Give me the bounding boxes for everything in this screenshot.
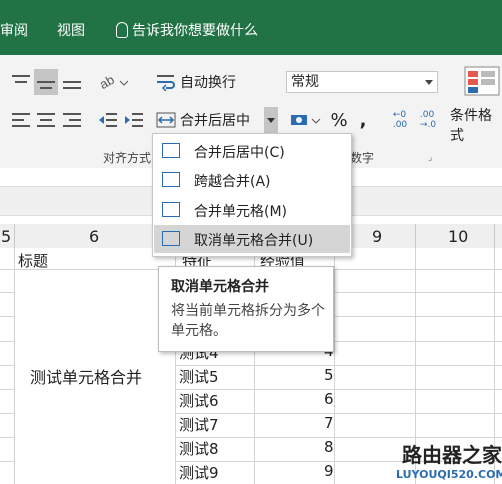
align-center-icon: [37, 113, 55, 127]
row-name-cell[interactable]: 测试6: [179, 390, 219, 411]
menu-item-merge-across[interactable]: 跨越合并(A): [154, 166, 350, 194]
column-header[interactable]: 6: [89, 227, 99, 246]
align-center-button[interactable]: [34, 107, 58, 133]
top-align-button[interactable]: [10, 69, 32, 95]
conditional-format-icon: [464, 66, 500, 96]
column-header[interactable]: 10: [448, 227, 468, 246]
menu-item-merge-center[interactable]: 合并后居中(C): [154, 137, 350, 165]
watermark-url: LUYOUQI520.COM: [396, 468, 502, 481]
conditional-format-label: 条件格式: [450, 108, 492, 144]
tooltip-body: 将当前单元格拆分为多个单元格。: [171, 303, 325, 339]
row-name-cell[interactable]: 测试7: [179, 414, 219, 435]
increase-indent-icon: [125, 113, 143, 127]
align-left-icon: [12, 113, 30, 127]
column-header[interactable]: 9: [372, 227, 382, 246]
orientation-button[interactable]: ab: [96, 69, 130, 95]
wrap-text-button[interactable]: 自动换行: [156, 69, 248, 95]
merge-across-icon: [162, 172, 180, 187]
menu-item-label: 跨越合并(A): [194, 174, 271, 190]
percent-button[interactable]: %: [328, 107, 350, 133]
comma-button[interactable]: ,: [354, 107, 372, 133]
merge-center-icon: [156, 112, 176, 128]
align-right-icon: [63, 113, 81, 127]
align-right-button[interactable]: [60, 107, 84, 133]
svg-text:ab: ab: [98, 73, 117, 91]
merge-center-label: 合并后居中: [180, 113, 250, 129]
top-align-icon: [12, 75, 30, 89]
menu-item-label: 合并单元格(M): [194, 204, 288, 220]
currency-icon: [291, 115, 321, 125]
number-group-label: 数字: [350, 151, 375, 165]
dialog-launcher-icon[interactable]: ⌟: [428, 153, 432, 163]
conditional-format-button[interactable]: [462, 65, 502, 97]
tell-me-box[interactable]: 告诉我你想要做什么: [116, 20, 258, 40]
merge-cells-icon: [162, 202, 180, 217]
row-value-cell[interactable]: 6: [324, 390, 334, 408]
increase-decimal-button[interactable]: ←0 .00: [388, 105, 412, 135]
increase-indent-button[interactable]: [122, 107, 146, 133]
wrap-text-icon: [157, 75, 175, 91]
bottom-align-button[interactable]: [60, 69, 84, 95]
middle-align-icon: [37, 75, 55, 89]
tab-view[interactable]: 视图: [57, 20, 85, 40]
menu-item-label: 取消单元格合并(U): [194, 233, 314, 249]
bottom-align-icon: [63, 75, 81, 89]
align-left-button[interactable]: [10, 107, 32, 133]
merge-center-button[interactable]: 合并后居中: [156, 107, 266, 133]
decrease-indent-button[interactable]: [96, 107, 120, 133]
menu-item-label: 合并后居中(C): [194, 145, 285, 161]
watermark-title: 路由器之家: [402, 443, 502, 467]
row-name-cell[interactable]: 测试9: [179, 462, 219, 483]
wrap-text-label: 自动换行: [180, 75, 236, 91]
number-format-value: 常规: [291, 74, 319, 90]
row-name-cell[interactable]: 测试8: [179, 438, 219, 459]
chevron-down-icon: [267, 117, 275, 123]
row-value-cell[interactable]: 5: [324, 366, 334, 384]
number-format-select[interactable]: 常规: [286, 71, 438, 93]
ribbon-tab-bar: 审阅 视图 告诉我你想要做什么: [0, 0, 502, 55]
tooltip-title: 取消单元格合并: [171, 279, 269, 295]
merge-dropdown-button[interactable]: [264, 107, 278, 133]
merge-dropdown-menu: 合并后居中(C) 跨越合并(A) 合并单元格(M) 取消单元格合并(U): [152, 133, 352, 257]
row-value-cell[interactable]: 8: [324, 438, 334, 456]
column-header[interactable]: 5: [1, 227, 11, 246]
menu-item-merge-cells[interactable]: 合并单元格(M): [154, 196, 350, 224]
middle-align-button[interactable]: [34, 69, 58, 95]
unmerge-cells-icon: [162, 231, 180, 246]
watermark: 路由器之家 LUYOUQI520.COM: [396, 439, 502, 484]
header-title-cell[interactable]: 标题: [18, 250, 48, 271]
orientation-icon: ab: [98, 73, 128, 91]
merge-center-icon: [162, 143, 180, 158]
row-value-cell[interactable]: 7: [324, 414, 334, 432]
tab-review[interactable]: 审阅: [0, 20, 28, 40]
menu-item-unmerge-cells[interactable]: 取消单元格合并(U): [154, 225, 350, 253]
row-value-cell[interactable]: 9: [324, 462, 334, 480]
decrease-decimal-button[interactable]: .00 →.0: [416, 105, 440, 135]
lightbulb-icon: [116, 22, 128, 38]
decrease-indent-icon: [99, 113, 117, 127]
tell-me-label: 告诉我你想要做什么: [132, 23, 258, 39]
accounting-format-button[interactable]: [288, 107, 324, 133]
alignment-group-label: 对齐方式: [103, 151, 152, 165]
unmerge-tooltip: 取消单元格合并 将当前单元格拆分为多个单元格。: [158, 266, 334, 352]
row-name-cell[interactable]: 测试5: [179, 366, 219, 387]
chevron-down-icon: [425, 80, 433, 85]
merged-cell[interactable]: 测试单元格合并: [30, 364, 142, 388]
